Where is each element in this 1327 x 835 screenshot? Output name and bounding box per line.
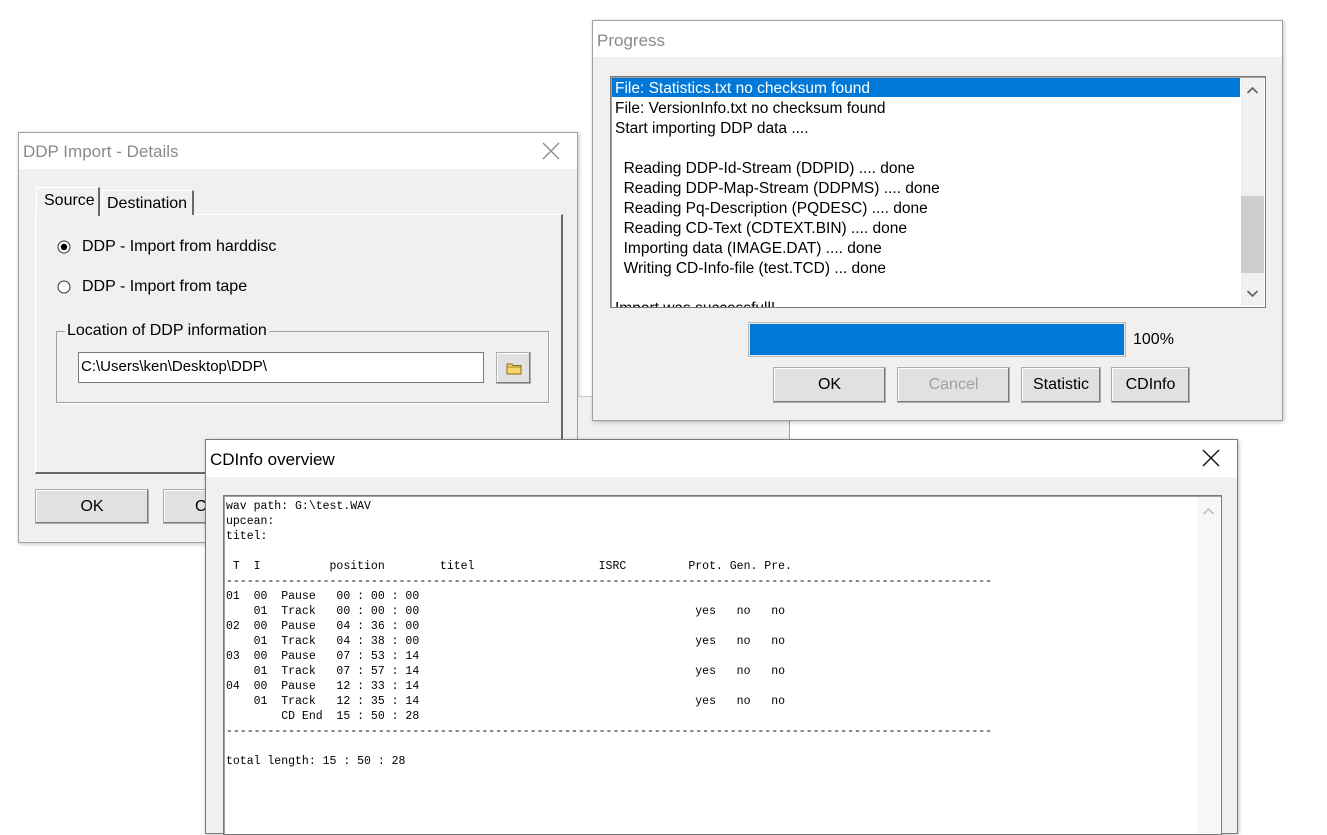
ok-button[interactable]: OK xyxy=(35,489,149,524)
ok-button-label: OK xyxy=(80,497,104,515)
location-group-label: Location of DDP information xyxy=(65,322,269,340)
progress-ok-button[interactable]: OK xyxy=(773,367,886,403)
progress-window-titlebar[interactable]: Progress xyxy=(593,21,1282,57)
statistic-button[interactable]: Statistic xyxy=(1021,367,1101,403)
cdinfo-scrollbar[interactable] xyxy=(1197,497,1220,834)
ddp-window-title: DDP Import - Details xyxy=(23,142,179,161)
progress-bar xyxy=(748,322,1126,357)
tab-source[interactable]: Source xyxy=(36,187,100,216)
tab-source-label: Source xyxy=(44,192,95,209)
log-line: Import was successfull! xyxy=(615,299,940,307)
log-line: File: Statistics.txt no checksum found xyxy=(615,80,870,97)
log-line: Reading Pq-Description (PQDESC) .... don… xyxy=(615,200,928,217)
progress-bar-fill xyxy=(750,324,1124,355)
cdinfo-text-area[interactable]: wav path: G:\test.WAV upcean: titel: T I… xyxy=(223,495,1222,835)
cdinfo-text: wav path: G:\test.WAV upcean: titel: T I… xyxy=(226,500,993,768)
cdinfo-button[interactable]: CDInfo xyxy=(1111,367,1190,403)
log-line: File: VersionInfo.txt no checksum found xyxy=(615,100,886,117)
close-button[interactable] xyxy=(1189,441,1233,475)
close-button[interactable] xyxy=(529,134,573,168)
progress-percent-text: 100% xyxy=(1133,331,1174,348)
radio-harddisc-label: DDP - Import from harddisc xyxy=(82,238,277,255)
cdinfo-overview-window: CDInfo overview wav path: G:\test.WAV up… xyxy=(205,439,1238,835)
scrollbar-thumb[interactable] xyxy=(1241,196,1264,273)
ddp-window-titlebar[interactable]: DDP Import - Details xyxy=(19,133,577,169)
scroll-up-icon[interactable] xyxy=(1241,80,1264,102)
radio-tape-label: DDP - Import from tape xyxy=(82,278,248,295)
radio-unselected-icon xyxy=(57,280,71,294)
log-line: Writing CD-Info-file (test.TCD) ... done xyxy=(615,260,887,277)
tab-destination-label: Destination xyxy=(107,195,188,212)
log-line: Reading DDP-Map-Stream (DDPMS) .... done xyxy=(615,180,940,197)
tab-destination[interactable]: Destination xyxy=(102,190,194,215)
progress-cancel-button[interactable]: Cancel xyxy=(897,367,1010,403)
log-line: Importing data (IMAGE.DAT) .... done xyxy=(615,240,882,257)
statistic-label: Statistic xyxy=(1032,376,1089,393)
close-icon xyxy=(542,142,560,160)
scroll-down-icon[interactable] xyxy=(1241,282,1264,304)
cdinfo-window-title: CDInfo overview xyxy=(210,450,335,469)
browse-folder-button[interactable] xyxy=(496,352,531,384)
progress-cancel-label: Cancel xyxy=(928,376,979,393)
radio-selected-icon xyxy=(57,240,71,254)
ddp-path-input[interactable]: C:\Users\ken\Desktop\DDP\ xyxy=(78,352,484,383)
progress-window-title: Progress xyxy=(597,31,666,50)
ddp-path-value: C:\Users\ken\Desktop\DDP\ xyxy=(81,358,267,375)
close-icon xyxy=(1202,449,1220,467)
progress-ok-label: OK xyxy=(817,376,842,393)
log-scrollbar[interactable] xyxy=(1241,78,1264,306)
log-lines: File: Statistics.txt no checksum found F… xyxy=(615,79,940,307)
progress-window: Progress File: Statistics.txt no checksu… xyxy=(592,20,1283,421)
folder-icon xyxy=(506,363,521,374)
log-line: Start importing DDP data .... xyxy=(615,120,809,137)
log-line: Reading CD-Text (CDTEXT.BIN) .... done xyxy=(615,220,908,237)
radio-tape[interactable]: DDP - Import from tape xyxy=(57,277,247,297)
cdinfo-label: CDInfo xyxy=(1125,376,1176,393)
log-line: Reading DDP-Id-Stream (DDPID) .... done xyxy=(615,160,915,177)
scroll-up-icon[interactable] xyxy=(1197,501,1220,523)
cdinfo-window-titlebar[interactable]: CDInfo overview xyxy=(206,440,1237,477)
radio-harddisc[interactable]: DDP - Import from harddisc xyxy=(57,237,276,257)
progress-log-list[interactable]: File: Statistics.txt no checksum found F… xyxy=(610,76,1266,308)
